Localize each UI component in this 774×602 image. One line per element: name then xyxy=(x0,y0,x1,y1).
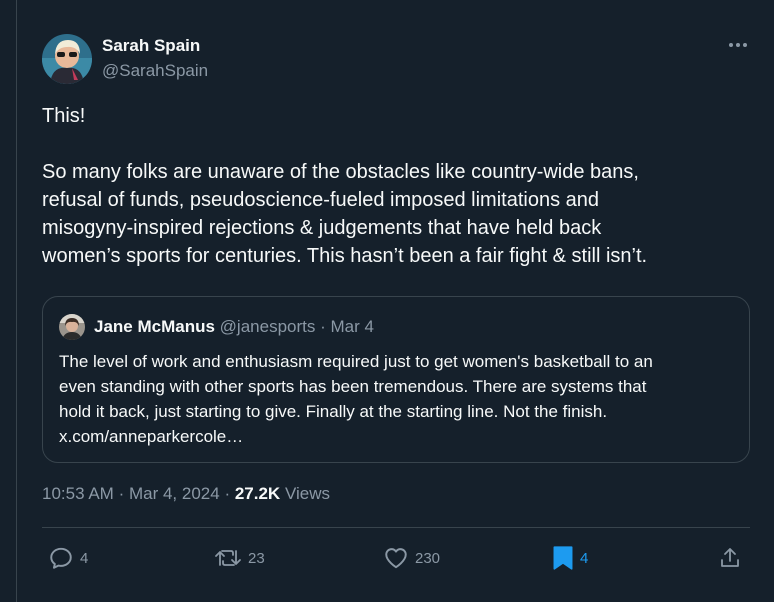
tweet-text-line xyxy=(42,130,742,158)
tweet-date[interactable]: Mar 4, 2024 xyxy=(129,484,220,503)
tweet-text-line: women’s sports for centuries. This hasn’… xyxy=(42,245,648,267)
more-options-button[interactable] xyxy=(722,34,754,56)
like-count: 230 xyxy=(415,549,441,567)
quote-date: Mar 4 xyxy=(330,317,374,336)
views-count: 27.2K xyxy=(234,484,281,503)
repost-count: 23 xyxy=(248,549,265,567)
author-avatar[interactable] xyxy=(42,34,92,84)
reply-icon xyxy=(50,547,72,569)
author-handle[interactable]: @SarahSpain xyxy=(102,61,208,81)
tweet-meta: 10:53 AM · Mar 4, 2024 · 27.2K Views xyxy=(42,484,330,504)
quote-header: Jane McManus @janesports · Mar 4 xyxy=(94,317,374,337)
bookmark-button[interactable]: 4 xyxy=(552,544,588,572)
quote-link[interactable]: x.com/anneparkercole… xyxy=(59,424,749,449)
quoted-tweet-card[interactable]: Jane McManus @janesports · Mar 4 The lev… xyxy=(42,296,750,463)
quote-text-line: even standing with other sports has been… xyxy=(59,377,647,396)
quote-author-handle: @janesports xyxy=(219,317,316,336)
quote-text-line: hold it back, just starting to give. Fin… xyxy=(59,402,608,421)
tweet-text-line: refusal of funds, pseudoscience-fueled i… xyxy=(42,189,599,211)
bookmark-count: 4 xyxy=(580,549,589,567)
share-icon xyxy=(721,548,739,567)
repost-icon xyxy=(215,550,241,566)
heart-icon xyxy=(385,548,407,569)
meta-separator: · xyxy=(118,484,125,503)
like-button[interactable]: 230 xyxy=(383,544,440,572)
quote-text: The level of work and enthusiasm require… xyxy=(59,349,749,449)
reply-button[interactable]: 4 xyxy=(48,544,88,572)
tweet-time[interactable]: 10:53 AM xyxy=(42,484,114,503)
views-label: Views xyxy=(284,484,330,503)
share-button[interactable] xyxy=(718,544,742,572)
quote-author-avatar xyxy=(59,314,85,340)
quote-separator: · xyxy=(320,317,326,336)
repost-button[interactable]: 23 xyxy=(214,544,265,572)
tweet-text: This! So many folks are unaware of the o… xyxy=(42,102,742,270)
quote-author-avatar-image xyxy=(59,314,85,340)
meta-separator: · xyxy=(224,484,231,503)
author-name[interactable]: Sarah Spain xyxy=(102,36,200,56)
quote-text-line: The level of work and enthusiasm require… xyxy=(59,352,653,371)
more-horizontal-icon xyxy=(729,43,747,47)
author-avatar-image xyxy=(42,34,92,84)
actions-divider xyxy=(42,527,750,528)
bookmark-icon xyxy=(553,546,573,570)
tweet-text-line: This! xyxy=(42,105,86,127)
reply-count: 4 xyxy=(80,549,89,567)
tweet-text-line: So many folks are unaware of the obstacl… xyxy=(42,161,639,183)
quote-author-name: Jane McManus xyxy=(94,317,215,336)
tweet-text-line: misogyny-inspired rejections & judgement… xyxy=(42,217,602,239)
